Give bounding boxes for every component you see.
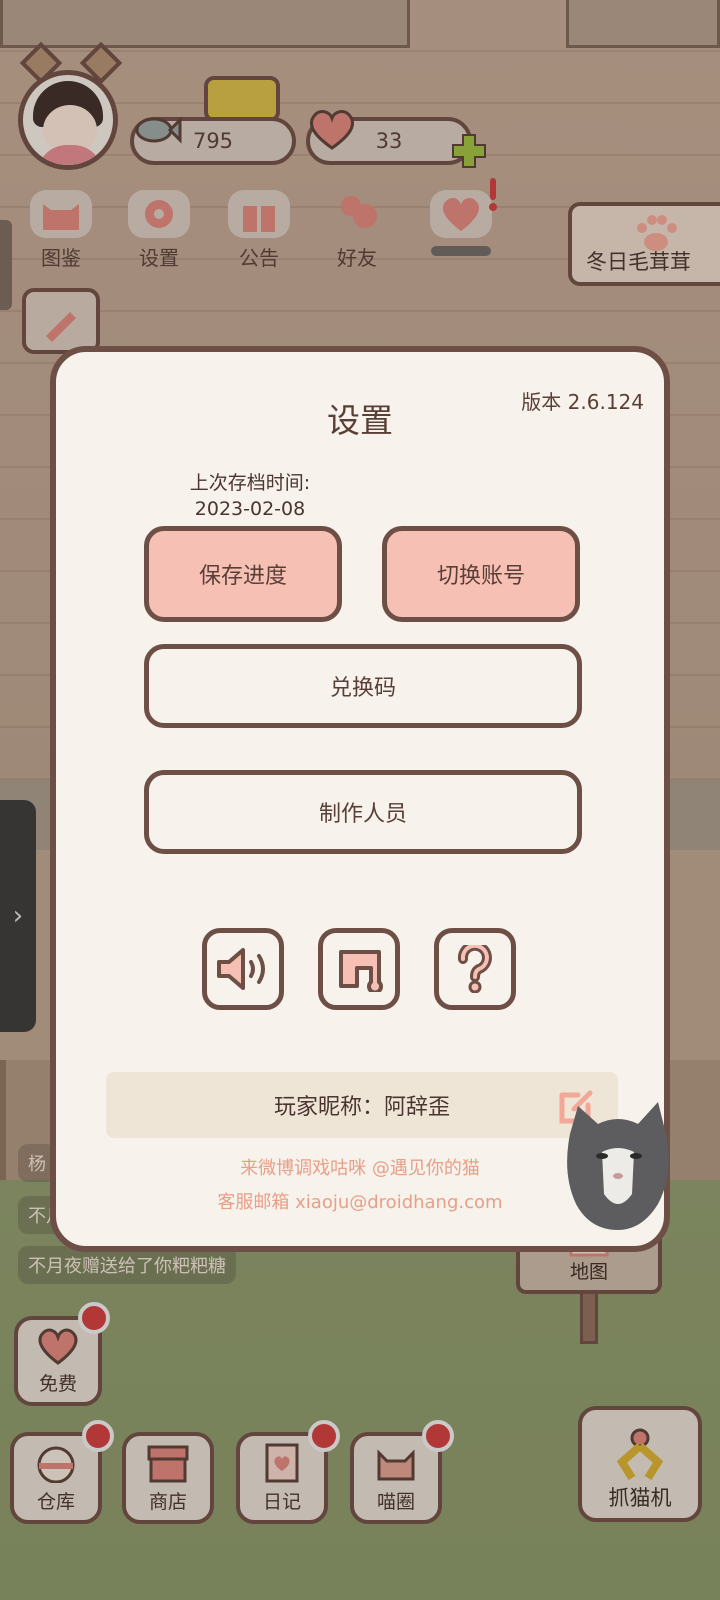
settings-dialog: 设置 版本 2.6.124 上次存档时间: 2023-02-08 14:04 保…	[50, 346, 670, 1252]
cat-photo-sticker	[567, 1102, 669, 1230]
music-note-icon	[339, 950, 383, 992]
credits-label: 制作人员	[318, 802, 407, 827]
sound-toggle-button[interactable]	[202, 928, 284, 1010]
save-progress-button[interactable]: 保存进度	[144, 526, 342, 622]
save-progress-label: 保存进度	[198, 564, 287, 589]
nickname-text: 玩家昵称：阿辞歪	[273, 1095, 450, 1120]
switch-account-button[interactable]: 切换账号	[382, 526, 580, 622]
redeem-code-button[interactable]: 兑换码	[144, 644, 582, 728]
music-toggle-button[interactable]	[318, 928, 400, 1010]
question-mark-icon	[457, 945, 492, 993]
speaker-icon	[217, 948, 265, 990]
nickname-bar: 玩家昵称：阿辞歪	[106, 1072, 618, 1138]
last-save-label: 上次存档时间:	[189, 472, 311, 494]
credits-button[interactable]: 制作人员	[144, 770, 582, 854]
help-button[interactable]	[434, 928, 516, 1010]
switch-account-label: 切换账号	[436, 564, 525, 589]
version-label: 版本 2.6.124	[521, 390, 644, 414]
redeem-code-label: 兑换码	[329, 676, 396, 701]
